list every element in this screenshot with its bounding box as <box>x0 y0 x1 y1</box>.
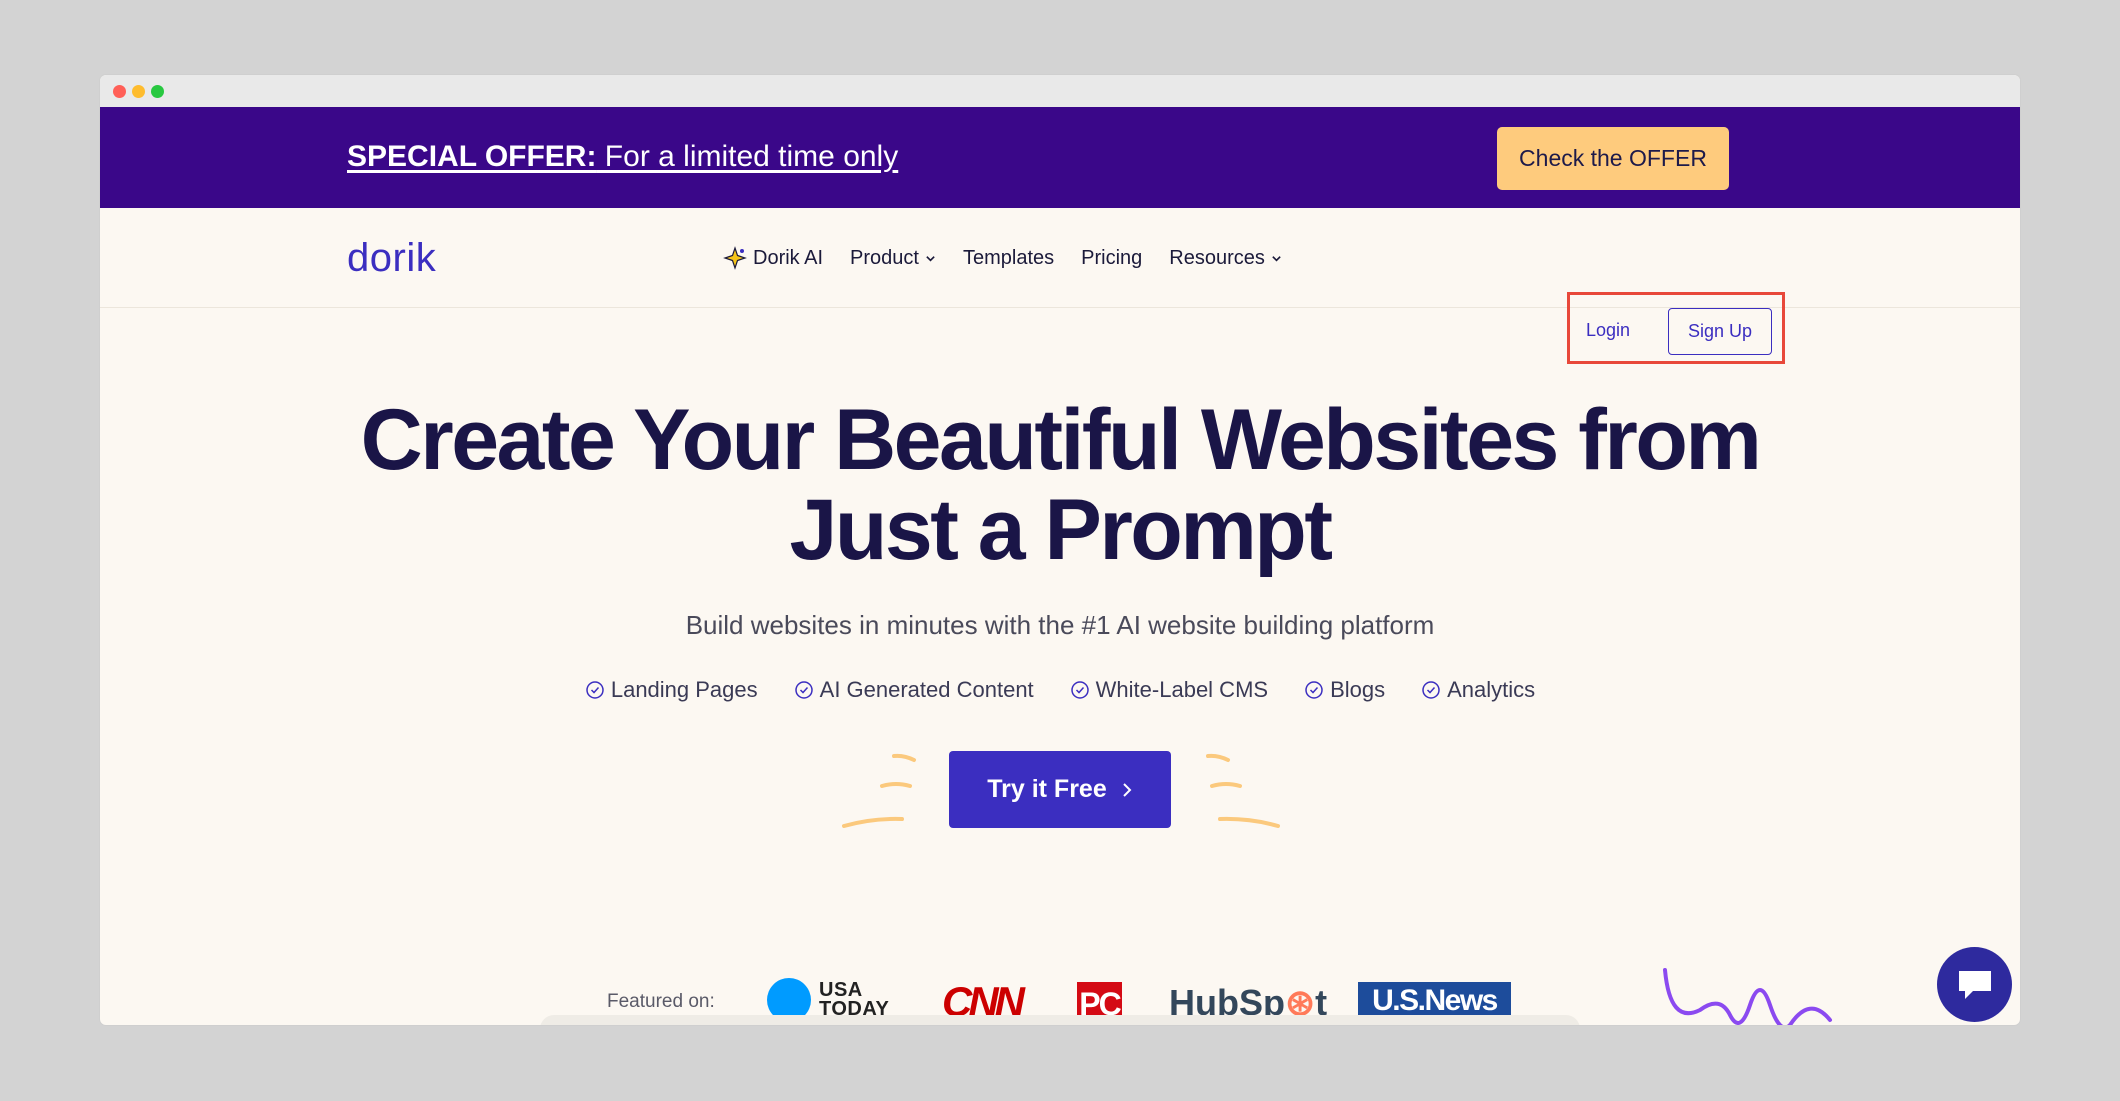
feature-label: White-Label CMS <box>1095 677 1269 702</box>
check-circle-icon <box>1070 681 1089 699</box>
maximize-window-button[interactable] <box>151 85 164 98</box>
hero-title: Create Your Beautiful Websites from Just… <box>100 395 2020 575</box>
feature-label: Blogs <box>1330 677 1386 702</box>
nav-item-dorik-ai[interactable]: Dorik AI <box>723 246 823 270</box>
check-circle-icon <box>1305 681 1323 699</box>
special-offer-link[interactable]: SPECIAL OFFER: For a limited time only <box>347 139 898 175</box>
browser-window: SPECIAL OFFER: For a limited time only C… <box>100 75 2020 1025</box>
special-offer-text: For a limited time only <box>596 140 899 173</box>
feature-item: AI Generated Content <box>794 677 1034 703</box>
squiggle-decoration <box>1663 968 1832 1025</box>
feature-label: Landing Pages <box>610 677 758 702</box>
special-offer-banner: SPECIAL OFFER: For a limited time only C… <box>100 107 2020 208</box>
nav-item-label: Dorik AI <box>753 246 824 269</box>
check-offer-button[interactable]: Check the OFFER <box>1497 127 1729 190</box>
try-it-free-label: Try it Free <box>987 775 1107 803</box>
browser-title-bar <box>100 75 2020 107</box>
nav-menu: Dorik AI Product Templates Pricing Resou… <box>723 246 1282 270</box>
nav-item-pricing[interactable]: Pricing <box>1081 247 1142 270</box>
minimize-window-button[interactable] <box>132 85 145 98</box>
hero-subtitle: Build websites in minutes with the #1 AI… <box>685 610 1435 640</box>
feature-item: White-Label CMS <box>1070 677 1268 703</box>
check-circle-icon <box>586 681 604 699</box>
sign-up-button[interactable]: Sign Up <box>1668 308 1772 355</box>
sparkle-icon <box>723 246 747 270</box>
chat-icon <box>1959 971 1991 999</box>
preview-card-top-edge <box>540 1015 1580 1025</box>
feature-label: AI Generated Content <box>819 677 1034 702</box>
nav-item-label: Resources <box>1169 246 1265 269</box>
featured-on-label: Featured on: <box>607 991 715 1012</box>
logo-text: dorik <box>347 236 437 280</box>
feature-item: Blogs <box>1304 677 1385 703</box>
spark-lines-left-decoration <box>842 753 916 828</box>
nav-item-label: Templates <box>962 246 1055 269</box>
chevron-down-icon <box>1272 255 1281 262</box>
nav-item-label: Pricing <box>1081 246 1143 269</box>
feature-label: Analytics <box>1447 677 1536 702</box>
feature-item: Landing Pages <box>585 677 758 703</box>
feature-list: Landing Pages AI Generated Content White… <box>100 677 2020 703</box>
dorik-logo[interactable]: dorik <box>347 236 436 280</box>
chat-widget-button[interactable] <box>1937 947 2012 1022</box>
try-it-free-button[interactable]: Try it Free <box>949 751 1171 828</box>
chevron-right-icon <box>1123 782 1132 797</box>
feature-item: Analytics <box>1421 677 1535 703</box>
close-window-button[interactable] <box>113 85 126 98</box>
nav-item-templates[interactable]: Templates <box>963 247 1054 270</box>
usa-today-wordmark: USA TODAY <box>819 980 889 1019</box>
nav-item-product[interactable]: Product <box>850 247 936 270</box>
check-circle-icon <box>1422 681 1440 699</box>
spark-lines-right-decoration <box>1206 753 1280 828</box>
nav-item-label: Product <box>850 246 919 269</box>
nav-item-resources[interactable]: Resources <box>1169 247 1282 270</box>
hero-title-line-1: Create Your Beautiful Websites from <box>360 392 1762 488</box>
hero-title-line-2: Just a Prompt <box>789 482 1333 578</box>
chevron-down-icon <box>926 255 935 262</box>
special-offer-strong: SPECIAL OFFER: <box>347 140 597 173</box>
login-link[interactable]: Login <box>1586 320 1630 341</box>
check-circle-icon <box>794 681 813 699</box>
